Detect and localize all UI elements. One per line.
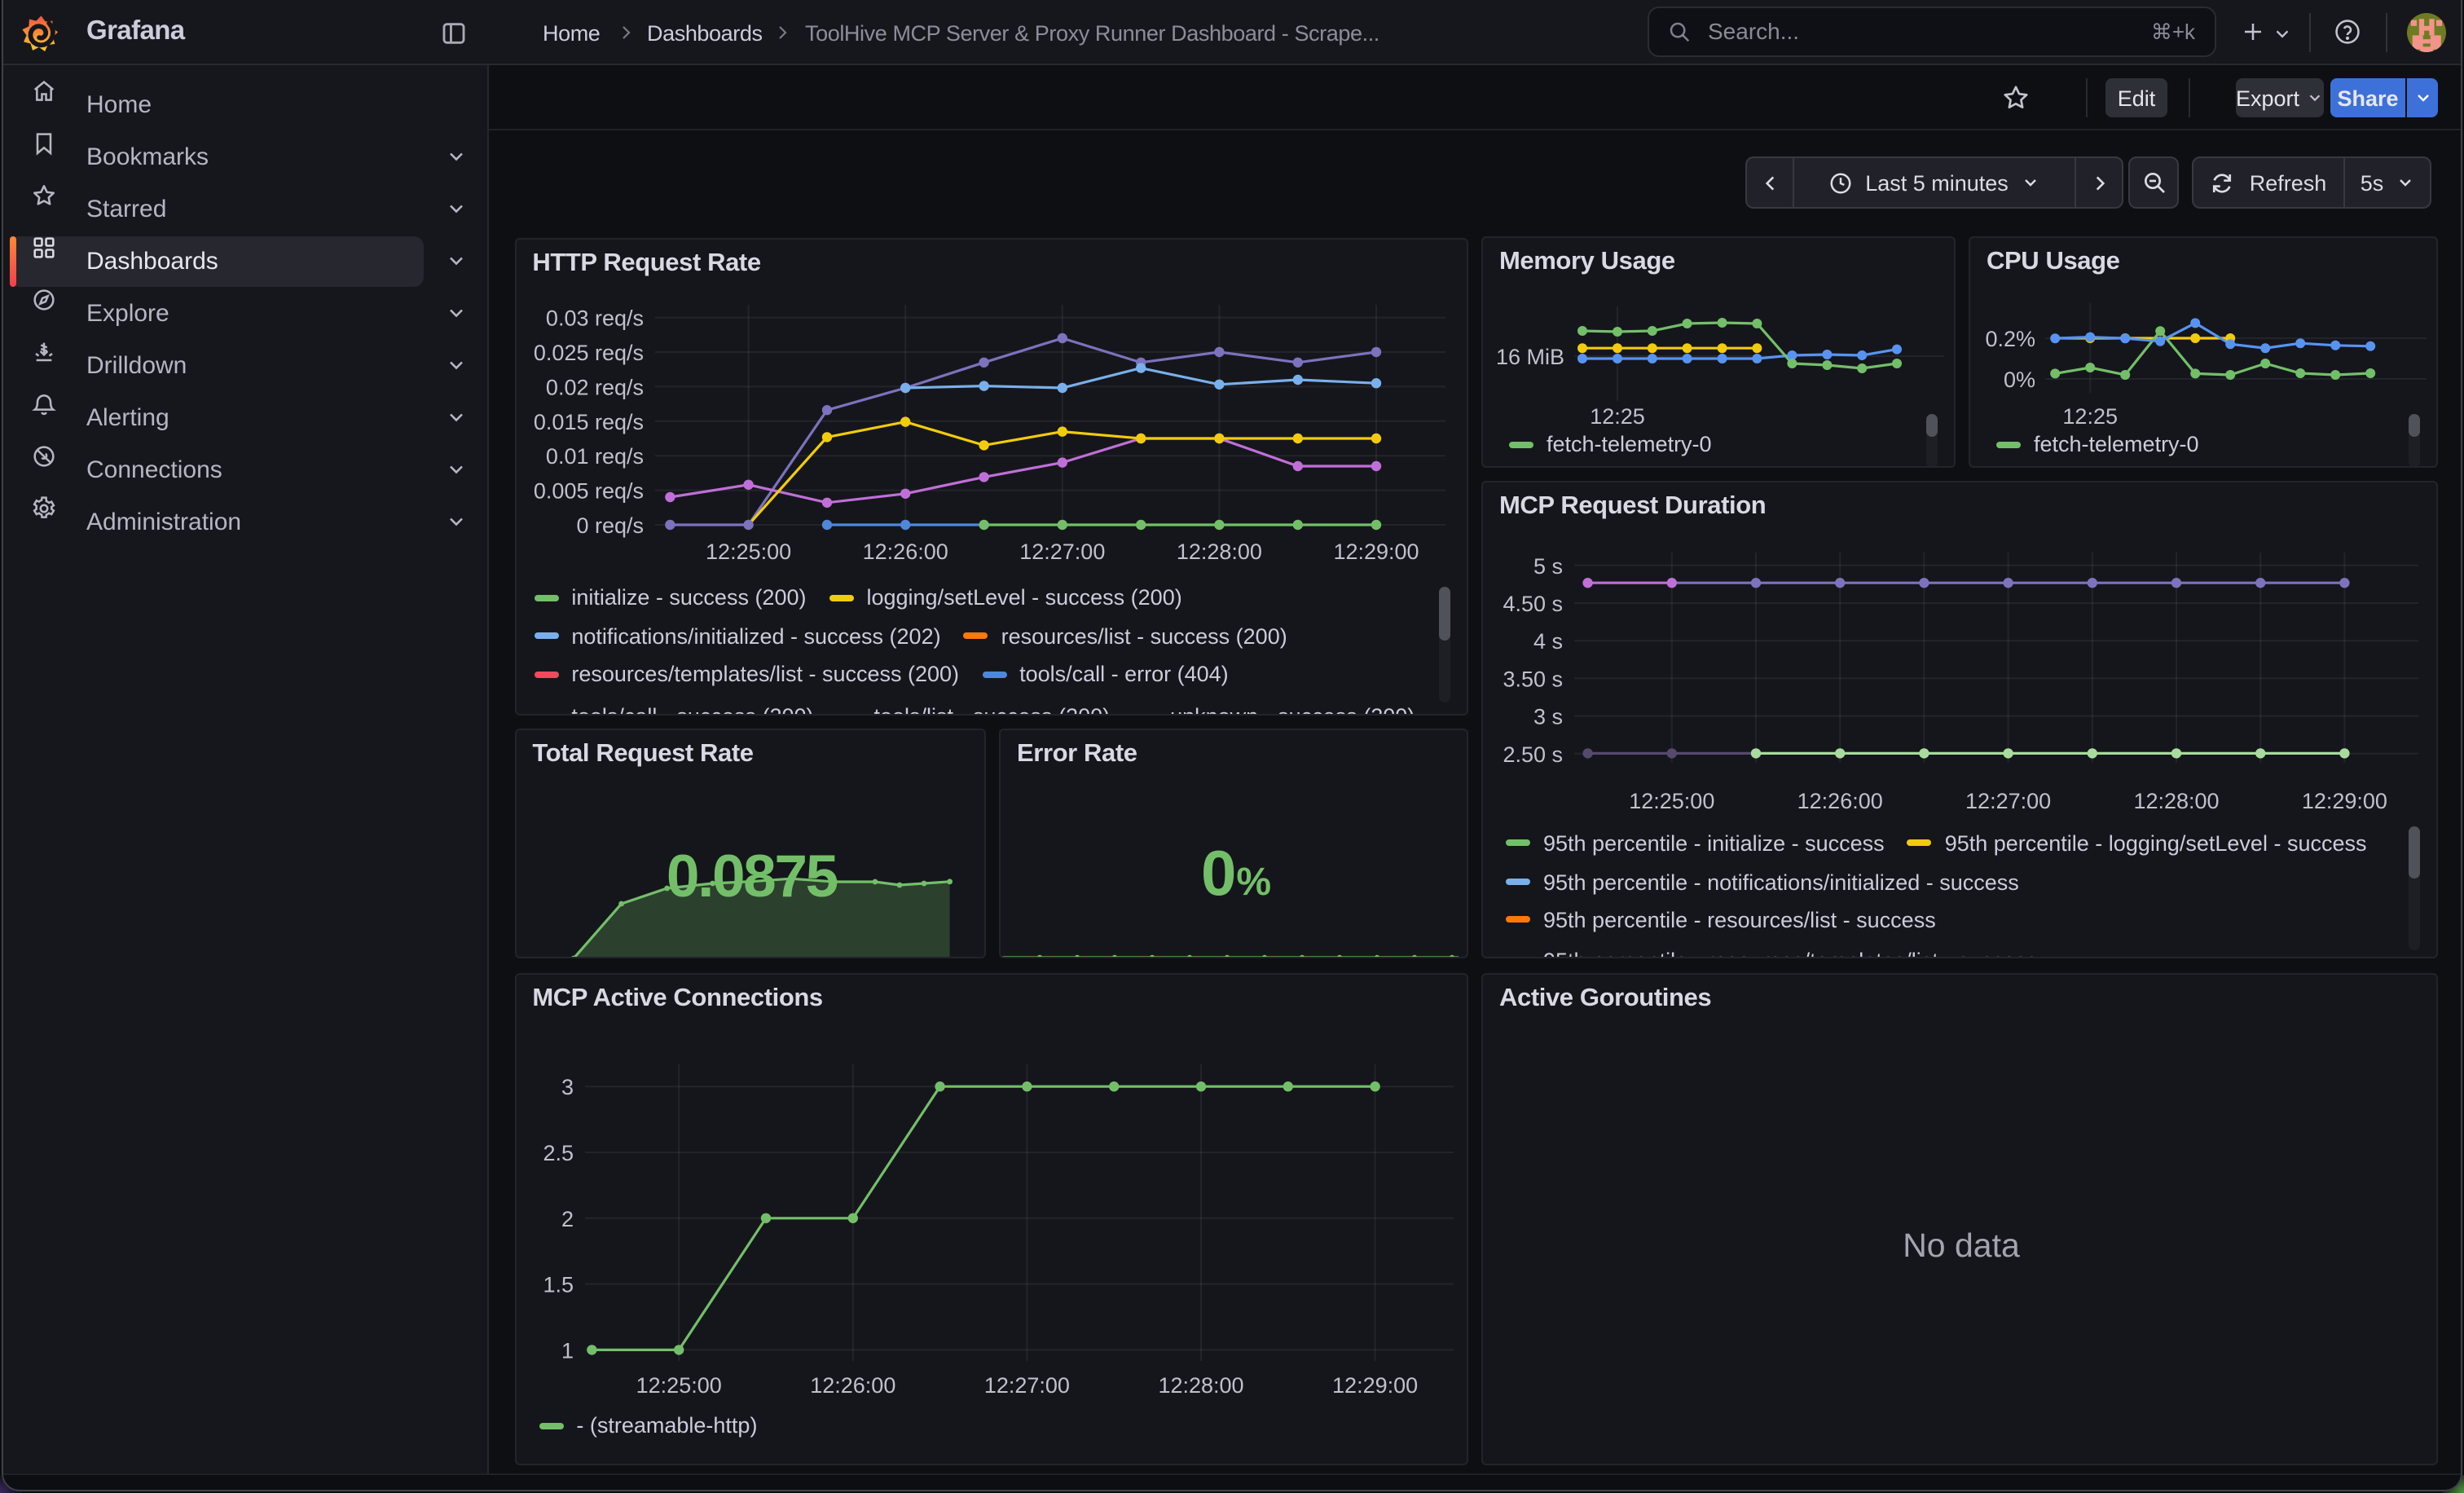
svg-text:12:25:00: 12:25:00 <box>1629 789 1714 813</box>
svg-text:0.005 req/s: 0.005 req/s <box>533 479 643 504</box>
svg-text:12:27:00: 12:27:00 <box>1965 789 2051 813</box>
svg-text:16 MiB: 16 MiB <box>1496 345 1564 369</box>
svg-text:12:29:00: 12:29:00 <box>1333 540 1419 564</box>
svg-text:12:25:00: 12:25:00 <box>636 1373 721 1398</box>
svg-text:1.5: 1.5 <box>543 1273 574 1297</box>
svg-text:4.50 s: 4.50 s <box>1503 592 1563 616</box>
svg-text:0.03 req/s: 0.03 req/s <box>545 306 643 331</box>
svg-text:2.50 s: 2.50 s <box>1503 742 1563 767</box>
svg-text:12:27:00: 12:27:00 <box>1019 540 1105 564</box>
svg-text:3.50 s: 3.50 s <box>1503 667 1563 691</box>
svg-text:12:28:00: 12:28:00 <box>2133 789 2219 813</box>
svg-text:0.01 req/s: 0.01 req/s <box>545 444 643 469</box>
svg-text:0.025 req/s: 0.025 req/s <box>533 341 643 365</box>
svg-text:3 s: 3 s <box>1533 705 1563 729</box>
svg-text:0.2%: 0.2% <box>1985 327 2035 351</box>
svg-text:12:25:00: 12:25:00 <box>705 540 790 564</box>
svg-text:5 s: 5 s <box>1533 554 1563 579</box>
svg-text:0 req/s: 0 req/s <box>576 513 644 538</box>
svg-text:1: 1 <box>561 1338 573 1363</box>
svg-text:0%: 0% <box>2004 368 2035 392</box>
svg-text:4 s: 4 s <box>1533 629 1563 654</box>
svg-text:12:27:00: 12:27:00 <box>983 1373 1069 1398</box>
svg-text:12:28:00: 12:28:00 <box>1176 540 1261 564</box>
svg-text:12:25: 12:25 <box>2062 404 2118 429</box>
svg-text:2.5: 2.5 <box>543 1141 574 1165</box>
svg-text:12:29:00: 12:29:00 <box>1331 1373 1417 1398</box>
svg-text:12:26:00: 12:26:00 <box>862 540 948 564</box>
svg-text:0.015 req/s: 0.015 req/s <box>533 410 643 434</box>
svg-text:0.02 req/s: 0.02 req/s <box>545 375 643 399</box>
svg-text:12:26:00: 12:26:00 <box>810 1373 895 1398</box>
svg-text:12:29:00: 12:29:00 <box>2302 789 2387 813</box>
svg-text:12:25: 12:25 <box>1590 404 1645 429</box>
svg-text:12:26:00: 12:26:00 <box>1797 789 1883 813</box>
svg-text:12:28:00: 12:28:00 <box>1158 1373 1243 1398</box>
svg-text:2: 2 <box>561 1207 573 1231</box>
svg-text:3: 3 <box>561 1075 573 1099</box>
